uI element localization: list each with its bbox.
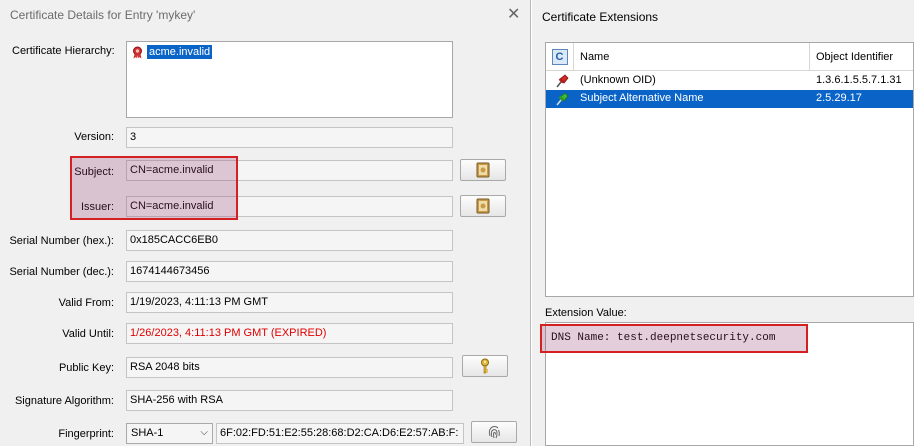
public-key-details-button[interactable] [462,355,508,377]
dialog-title: Certificate Extensions [542,10,659,24]
version-label: Version: [74,131,114,143]
subject-issuer-highlight [70,156,238,220]
valid-from-label: Valid From: [58,297,114,309]
certificate-ribbon-icon [133,46,142,58]
extension-name: (Unknown OID) [580,74,656,86]
serial-hex-label: Serial Number (hex.): [9,235,114,247]
extension-oid: 1.3.6.1.5.5.7.1.31 [816,74,902,86]
valid-until-label: Valid Until: [62,328,114,340]
extensions-table[interactable]: C Name Object Identifier (Unknown OID) 1… [545,42,914,297]
close-icon[interactable]: ✕ [507,4,520,24]
hierarchy-label: Certificate Hierarchy: [12,45,115,57]
certificate-extensions-dialog: Certificate Extensions C Name Object Ide… [532,0,914,446]
subject-details-button[interactable] [460,159,506,181]
chevron-down-icon: ⌵ [200,427,208,438]
key-icon [481,358,489,374]
signature-algorithm-label: Signature Algorithm: [14,395,114,407]
version-field[interactable]: 3 [126,127,453,148]
certificate-book-icon [476,162,490,178]
fingerprint-algorithm-value: SHA-1 [131,427,164,439]
certificate-hierarchy-tree[interactable]: acme.invalid [126,41,453,118]
extension-name: Subject Alternative Name [580,92,704,104]
public-key-field[interactable]: RSA 2048 bits [126,357,453,378]
extension-value-label: Extension Value: [545,307,627,319]
dialog-title: Certificate Details for Entry 'mykey' [10,8,196,22]
fingerprint-value-field[interactable]: 6F:02:FD:51:E2:55:28:68:D2:CA:D6:E2:57:A… [216,423,464,444]
hierarchy-item[interactable]: acme.invalid [131,45,213,59]
fingerprint-algorithm-select[interactable]: SHA-1 ⌵ [126,423,213,444]
green-pin-icon [556,92,569,106]
dns-name-highlight [540,324,808,353]
serial-dec-field[interactable]: 1674144673456 [126,261,453,282]
red-pin-icon [556,74,569,88]
column-header-oid[interactable]: Object Identifier [810,43,913,71]
public-key-label: Public Key: [58,362,114,374]
serial-hex-field[interactable]: 0x185CACC6EB0 [126,230,453,251]
certificate-details-dialog: Certificate Details for Entry 'mykey' ✕ … [0,0,531,446]
table-row[interactable]: (Unknown OID) 1.3.6.1.5.5.7.1.31 [546,72,913,90]
critical-column-badge: C [551,49,568,65]
signature-algorithm-field[interactable]: SHA-256 with RSA [126,390,453,411]
column-header-critical[interactable]: C [546,43,574,71]
issuer-details-button[interactable] [460,195,506,217]
table-row-selected[interactable]: Subject Alternative Name 2.5.29.17 [546,90,913,108]
fingerprint-copy-button[interactable] [471,421,517,443]
column-header-name[interactable]: Name [574,43,810,71]
valid-from-field[interactable]: 1/19/2023, 4:11:13 PM GMT [126,292,453,313]
fingerprint-icon [488,426,500,439]
certificate-book-icon [476,198,490,214]
hierarchy-item-label: acme.invalid [147,45,213,59]
extension-oid: 2.5.29.17 [816,92,862,104]
valid-until-field[interactable]: 1/26/2023, 4:11:13 PM GMT (EXPIRED) [126,323,453,344]
serial-dec-label: Serial Number (dec.): [9,266,114,278]
table-header: C Name Object Identifier [546,43,913,71]
fingerprint-label: Fingerprint: [58,428,114,440]
